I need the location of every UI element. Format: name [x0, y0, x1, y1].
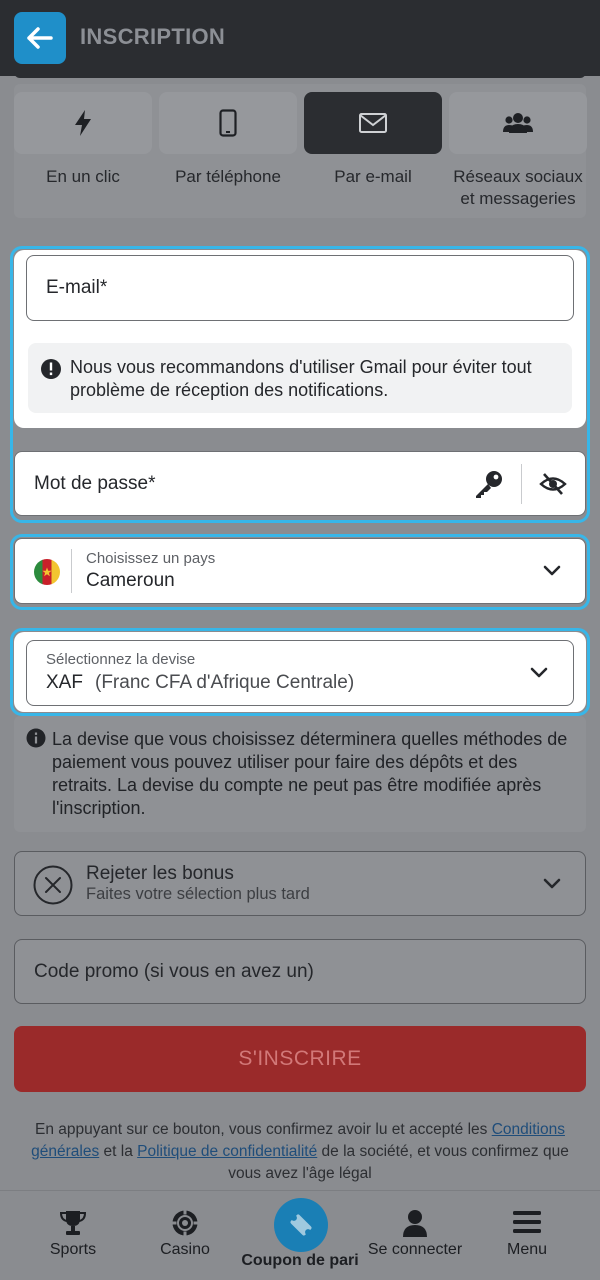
- nav-label: Sports: [49, 1241, 97, 1258]
- legal-text: et la: [99, 1143, 138, 1160]
- nav-label: Menu: [506, 1241, 548, 1258]
- key-icon[interactable]: [473, 469, 505, 499]
- currency-info-text: La devise que vous choisissez déterminer…: [52, 729, 568, 818]
- gmail-notice-text: Nous vous recommandons d'utiliser Gmail …: [70, 357, 532, 400]
- currency-name: (Franc CFA d'Afrique Centrale): [95, 672, 355, 693]
- chevron-down-icon: [543, 878, 561, 889]
- field-divider: [71, 549, 72, 593]
- gmail-notice: Nous vous recommandons d'utiliser Gmail …: [28, 343, 572, 413]
- field-divider: [521, 464, 522, 504]
- bonus-select[interactable]: Rejeter les bonus Faites votre sélection…: [14, 851, 586, 916]
- privacy-link[interactable]: Politique de confidentialité: [137, 1143, 317, 1160]
- password-placeholder: Mot de passe*: [34, 473, 156, 494]
- country-label: Choisissez un pays: [86, 550, 216, 567]
- email-field[interactable]: E-mail*: [26, 255, 574, 321]
- users-icon: [503, 113, 533, 133]
- user-icon: [403, 1210, 427, 1237]
- tab-label: Par e-mail: [334, 167, 412, 186]
- casino-chip-icon: [172, 1210, 198, 1236]
- overlay-divider: [14, 72, 586, 78]
- info-icon: [26, 728, 46, 748]
- nav-menu[interactable]: Menu: [472, 1191, 582, 1280]
- tab-email[interactable]: Par e-mail: [304, 92, 442, 188]
- currency-label: Sélectionnez la devise: [46, 651, 196, 668]
- page-title: INSCRIPTION: [80, 24, 226, 49]
- currency-code: XAF: [46, 672, 83, 693]
- cameroon-flag-icon: [34, 559, 60, 585]
- legal-notice: En appuyant sur ce bouton, vous confirme…: [14, 1119, 586, 1185]
- nav-login[interactable]: Se connecter: [360, 1191, 470, 1280]
- arrow-left-icon: [27, 27, 53, 49]
- tab-label: En un clic: [46, 167, 120, 186]
- nav-casino[interactable]: Casino: [130, 1191, 240, 1280]
- close-circle-icon: [33, 865, 73, 905]
- country-select[interactable]: Choisissez un pays Cameroun: [14, 538, 586, 604]
- nav-coupon-button[interactable]: [274, 1198, 328, 1252]
- hamburger-menu-icon: [513, 1211, 541, 1233]
- promo-code-field[interactable]: Code promo (si vous en avez un): [14, 939, 586, 1004]
- nav-sports[interactable]: Sports: [18, 1191, 128, 1280]
- nav-label: Se connecter: [367, 1241, 463, 1258]
- eye-off-icon[interactable]: [539, 472, 567, 496]
- bonus-title: Rejeter les bonus: [86, 863, 234, 884]
- lightning-icon: [75, 110, 91, 136]
- phone-icon: [219, 109, 237, 137]
- register-button[interactable]: S'INSCRIRE: [14, 1026, 586, 1092]
- tab-label: Par téléphone: [175, 167, 281, 186]
- envelope-icon: [359, 113, 387, 133]
- password-field[interactable]: Mot de passe*: [14, 451, 586, 516]
- tab-label: Réseaux sociaux et messageries: [453, 167, 583, 208]
- email-placeholder: E-mail*: [46, 277, 108, 298]
- currency-select[interactable]: Sélectionnez la devise XAF (Franc CFA d'…: [26, 640, 574, 706]
- legal-text: En appuyant sur ce bouton, vous confirme…: [35, 1121, 492, 1138]
- ticket-icon: [290, 1214, 312, 1236]
- bonus-subtitle: Faites votre sélection plus tard: [86, 885, 310, 903]
- app-header: INSCRIPTION: [0, 0, 600, 76]
- tab-social[interactable]: Réseaux sociaux et messageries: [449, 92, 587, 210]
- nav-label: Casino: [160, 1241, 210, 1258]
- tab-phone[interactable]: Par téléphone: [159, 92, 297, 188]
- trophy-icon: [59, 1211, 87, 1235]
- chevron-down-icon: [530, 667, 548, 678]
- alert-circle-icon: [41, 359, 61, 379]
- promo-placeholder: Code promo (si vous en avez un): [34, 961, 314, 982]
- tab-one-click[interactable]: En un clic: [14, 92, 152, 188]
- nav-coupon-label: Coupon de pari: [241, 1252, 359, 1269]
- back-button[interactable]: [14, 12, 66, 64]
- country-value: Cameroun: [86, 570, 175, 591]
- chevron-down-icon: [543, 565, 561, 576]
